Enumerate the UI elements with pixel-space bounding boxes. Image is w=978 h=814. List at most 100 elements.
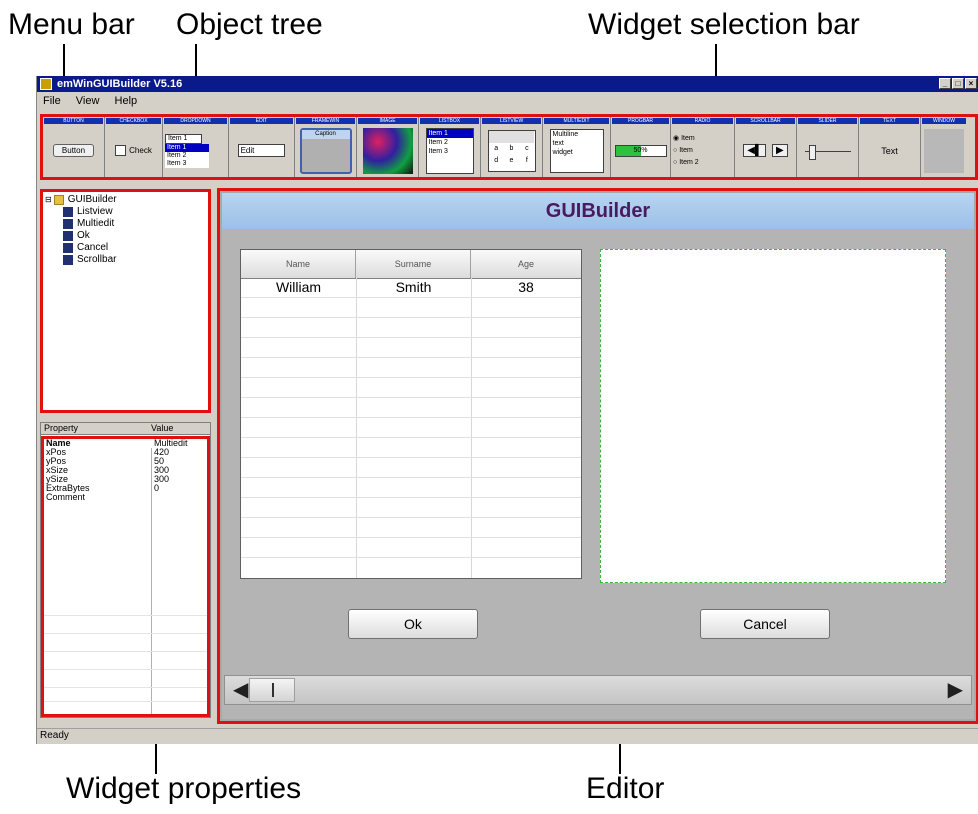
menu-bar-callout: Menu bar [8, 8, 135, 41]
tree-item-listview[interactable]: Listview [63, 206, 113, 217]
table-row[interactable] [241, 298, 581, 318]
widget-properties-callout: Widget properties [66, 772, 302, 805]
listview-header: Name Surname Age [241, 250, 581, 279]
checkbox-label: Check [129, 146, 152, 155]
table-row[interactable] [241, 518, 581, 538]
properties-grid: Name Multiedit xPos 420 yPos 50 xSize 30… [41, 436, 210, 717]
property-row-name[interactable]: Name Multiedit [44, 439, 207, 448]
listbox-widget-icon: Item 1 Item 2 Item 3 [425, 127, 474, 174]
table-row[interactable] [241, 378, 581, 398]
widget-listbox[interactable]: LISTBOX Item 1 Item 2 Item 3 [419, 117, 481, 177]
dropdown-option: Item 2 [165, 151, 209, 160]
widget-framewin[interactable]: FRAMEWIN Caption [295, 117, 357, 177]
property-row-comment[interactable]: Comment [44, 493, 207, 502]
dropdown-option: Item 3 [165, 159, 209, 168]
cell-surname: Smith [395, 279, 432, 295]
window-title: emWinGUIBuilder V5.16 [57, 78, 183, 90]
close-button[interactable]: × [965, 78, 977, 89]
table-row[interactable] [241, 498, 581, 518]
listview-widget-icon: a b c d e f [487, 129, 536, 172]
menu-file[interactable]: File [43, 95, 61, 107]
tree-root[interactable]: ⊟ GUIBuilder [45, 194, 117, 205]
widget-radio[interactable]: RADIO ◉ Item ○ Item ○ Item 2 [671, 117, 735, 177]
tree-item-ok[interactable]: Ok [63, 230, 90, 241]
framewin-caption: Caption [301, 129, 350, 139]
column-header-surname[interactable]: Surname [356, 250, 471, 278]
tree-item-cancel[interactable]: Cancel [63, 242, 108, 253]
radio-item: ○ Item 2 [673, 157, 699, 169]
edit-widget-icon: Edit [237, 144, 286, 157]
widget-header: LISTVIEW [482, 118, 541, 124]
scrollbar[interactable]: ◀ ▶ [224, 675, 972, 705]
image-widget-icon [362, 127, 413, 174]
tree-item-scrollbar[interactable]: Scrollbar [63, 254, 116, 265]
column-header-age[interactable]: Age [471, 250, 581, 278]
multiedit[interactable] [600, 249, 946, 583]
widget-icon [63, 218, 73, 229]
table-row[interactable] [241, 398, 581, 418]
tree-item-label: Multiedit [77, 218, 115, 229]
tree-expand-icon[interactable]: ⊟ [45, 195, 52, 204]
table-row[interactable] [241, 458, 581, 478]
widget-slider[interactable]: SLIDER [797, 117, 859, 177]
widget-multiedit[interactable]: MULTIEDIT Multiline text widget [543, 117, 611, 177]
menu-help[interactable]: Help [115, 95, 138, 107]
widget-progbar[interactable]: PROGBAR 50% [611, 117, 671, 177]
table-row[interactable] [241, 478, 581, 498]
tree-item-label: Scrollbar [77, 254, 117, 265]
multiedit-line: widget [552, 148, 573, 156]
ok-button[interactable]: Ok [348, 609, 478, 639]
menu-view[interactable]: View [76, 95, 100, 107]
folder-icon [53, 194, 64, 205]
table-row[interactable] [241, 318, 581, 338]
scrollbar-thumb[interactable] [249, 678, 295, 702]
radio-item-label: Item [681, 134, 695, 142]
radio-item: ○ Item [673, 145, 693, 157]
table-row[interactable] [241, 338, 581, 358]
multiedit-widget-icon: Multiline text widget [549, 128, 604, 173]
table-row[interactable] [241, 538, 581, 558]
property-name: Comment [46, 492, 86, 502]
widget-checkbox[interactable]: CHECKBOX Check [105, 117, 163, 177]
framewin-widget-icon: Caption [299, 127, 352, 174]
listbox-item: Item 3 [428, 147, 448, 155]
column-header-name[interactable]: Name [241, 250, 356, 278]
property-row-xpos[interactable]: xPos 420 [44, 448, 207, 457]
maximize-button[interactable]: □ [952, 78, 964, 89]
listview[interactable]: Name Surname Age William Smith 38 [240, 249, 582, 579]
widget-header: RADIO [672, 118, 733, 124]
property-value: 0 [154, 483, 160, 493]
widget-image[interactable]: IMAGE [357, 117, 419, 177]
status-bar: Ready [37, 728, 978, 743]
scroll-left-arrow-icon[interactable]: ◀ [233, 679, 248, 701]
property-row-ypos[interactable]: yPos 50 [44, 457, 207, 466]
widget-scrollbar[interactable]: SCROLLBAR ◀▌ ▶ [735, 117, 797, 177]
progbar-text: 50% [633, 146, 648, 154]
listbox-item: Item 2 [428, 138, 448, 146]
table-row[interactable]: William Smith 38 [241, 278, 581, 298]
widget-header: SLIDER [798, 118, 857, 124]
widget-button[interactable]: BUTTON Button [43, 117, 105, 177]
text-widget-icon: Text [881, 145, 898, 156]
property-row-xsize[interactable]: xSize 300 [44, 466, 207, 475]
listview-cell: b [509, 144, 514, 152]
widget-listview[interactable]: LISTVIEW a b c d e f [481, 117, 543, 177]
tree-item-multiedit[interactable]: Multiedit [63, 218, 114, 229]
widget-dropdown[interactable]: DROPDOWN Item 1 Item 1 Item 2 Item 3 [163, 117, 229, 177]
cell-age: 38 [518, 279, 534, 295]
table-row[interactable] [241, 358, 581, 378]
widget-text[interactable]: TEXT Text [859, 117, 921, 177]
widget-icon [63, 254, 73, 265]
table-row[interactable] [241, 418, 581, 438]
widget-window[interactable]: WINDOW [921, 117, 967, 177]
widget-selection-bar-callout: Widget selection bar [588, 8, 860, 41]
tree-root-label: GUIBuilder [67, 194, 117, 205]
cancel-button[interactable]: Cancel [700, 609, 830, 639]
button-widget-icon: Button [52, 144, 95, 157]
minimize-button[interactable]: _ [939, 78, 951, 89]
app-window: emWinGUIBuilder V5.16 _ □ × File View He… [36, 76, 978, 744]
widget-edit[interactable]: EDIT Edit [229, 117, 295, 177]
listview-cell: c [525, 144, 529, 152]
scroll-right-arrow-icon[interactable]: ▶ [948, 679, 963, 701]
table-row[interactable] [241, 438, 581, 458]
